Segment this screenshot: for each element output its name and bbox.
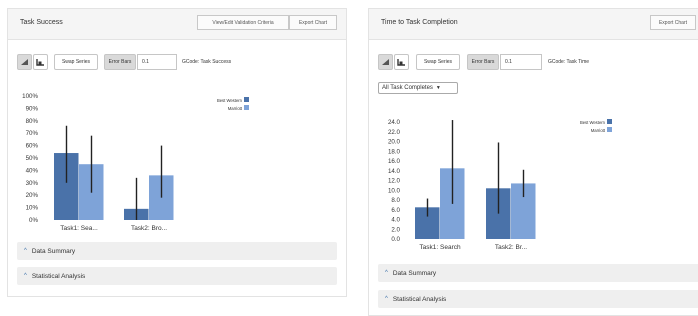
error-value-input[interactable]: 0.1 — [137, 54, 177, 70]
panel-header: Task Success View/Edit Validation Criter… — [8, 9, 346, 40]
bar-chart-icon — [21, 59, 28, 65]
y-tick-label: 24.0 — [388, 119, 401, 126]
chevron-down-icon: ▼ — [435, 85, 441, 91]
y-tick-label: 10% — [26, 205, 39, 212]
chart-toolbar: Swap Series Error Bars 0.1 GCode: Task S… — [17, 54, 337, 72]
swap-series-button[interactable]: Swap Series — [416, 54, 460, 70]
y-tick-label: 80% — [26, 118, 39, 125]
panel-header: Time to Task Completion Export Chart — [369, 9, 698, 40]
legend-label: Best Western — [217, 98, 243, 103]
bar-chart-icon — [382, 59, 389, 65]
y-tick-label: 2.0 — [391, 226, 400, 233]
accordion-label: Data Summary — [392, 269, 437, 277]
task-success-chart: 0% 10% 20% 30% 40% 50% 60% 70% 80% 90% 100% Task1: … — [22, 93, 249, 232]
chart-toolbar: Swap Series Error Bars 0.1 GCode: Task T… — [378, 54, 698, 72]
statistical-analysis-accordion[interactable]: ^ Statistical Analysis — [17, 267, 337, 285]
x-category-label: Task2: Bro... — [131, 225, 167, 232]
x-category-label: Task2: Br... — [495, 244, 527, 251]
axis-chart-icon — [397, 59, 405, 66]
y-tick-label: 8.0 — [391, 197, 400, 204]
axis-chart-icon — [36, 59, 44, 66]
y-tick-label: 22.0 — [388, 129, 401, 136]
axis-chart-toggle[interactable] — [33, 54, 48, 70]
y-tick-label: 20% — [26, 192, 39, 199]
view-edit-validation-button[interactable]: View/Edit Validation Criteria — [197, 15, 289, 30]
bar-chart-toggle[interactable] — [378, 54, 393, 70]
legend-swatch — [607, 127, 612, 132]
legend-swatch — [607, 119, 612, 124]
legend-swatch — [244, 97, 249, 102]
y-tick-label: 30% — [26, 180, 39, 187]
panel-title: Time to Task Completion — [381, 19, 458, 26]
data-summary-accordion[interactable]: ^ Data Summary — [378, 264, 698, 282]
x-category-label: Task1: Search — [419, 244, 461, 251]
error-value-input[interactable]: 0.1 — [500, 54, 542, 70]
export-chart-button[interactable]: Export Chart — [289, 15, 337, 30]
y-tick-label: 16.0 — [388, 158, 401, 165]
task-filter-select[interactable]: All Task Completes ▼ — [378, 82, 458, 94]
gcode-label: GCode: Task Time — [548, 59, 590, 65]
export-chart-button[interactable]: Export Chart — [650, 15, 696, 30]
legend-label: Marriott — [228, 106, 243, 111]
legend-swatch — [244, 105, 249, 110]
y-tick-label: 0% — [29, 217, 38, 224]
time-to-task-chart: 0.0 2.0 4.0 6.0 8.0 10.0 12.0 14.0 16.0 18.0 20.0 2… — [388, 119, 612, 251]
y-tick-label: 60% — [26, 143, 39, 150]
legend-label: Marriott — [591, 128, 606, 133]
gcode-label: GCode: Task Success — [182, 59, 232, 65]
y-tick-label: 0.0 — [391, 236, 400, 243]
statistical-analysis-accordion[interactable]: ^ Statistical Analysis — [378, 290, 698, 308]
y-tick-label: 4.0 — [391, 217, 400, 224]
y-tick-label: 100% — [22, 93, 38, 100]
error-bars-button[interactable]: Error Bars — [467, 54, 499, 70]
y-tick-label: 70% — [26, 130, 39, 137]
accordion-label: Data Summary — [31, 247, 76, 255]
y-tick-label: 12.0 — [388, 178, 401, 185]
y-tick-label: 90% — [26, 105, 39, 112]
swap-series-button[interactable]: Swap Series — [54, 54, 98, 70]
y-tick-label: 40% — [26, 167, 39, 174]
error-bars-button[interactable]: Error Bars — [104, 54, 136, 70]
y-tick-label: 10.0 — [388, 187, 401, 194]
data-summary-accordion[interactable]: ^ Data Summary — [17, 242, 337, 260]
y-tick-label: 50% — [26, 155, 39, 162]
chevron-up-icon: ^ — [24, 273, 27, 279]
axis-chart-toggle[interactable] — [394, 54, 409, 70]
y-tick-label: 18.0 — [388, 148, 401, 155]
accordion-label: Statistical Analysis — [31, 272, 86, 280]
y-tick-label: 6.0 — [391, 207, 400, 214]
chevron-up-icon: ^ — [385, 296, 388, 302]
x-category-label: Task1: Sea... — [60, 225, 98, 232]
chevron-up-icon: ^ — [385, 270, 388, 276]
select-value: All Task Completes — [382, 85, 433, 91]
bar-chart-toggle[interactable] — [17, 54, 32, 70]
legend-label: Best Western — [580, 120, 606, 125]
y-tick-label: 20.0 — [388, 139, 401, 146]
task-success-panel: Task Success View/Edit Validation Criter… — [7, 8, 347, 297]
chevron-up-icon: ^ — [24, 248, 27, 254]
panel-title: Task Success — [20, 19, 63, 26]
time-to-task-panel: Time to Task Completion Export Chart Swa… — [368, 8, 698, 316]
y-tick-label: 14.0 — [388, 168, 401, 175]
accordion-label: Statistical Analysis — [392, 295, 447, 303]
